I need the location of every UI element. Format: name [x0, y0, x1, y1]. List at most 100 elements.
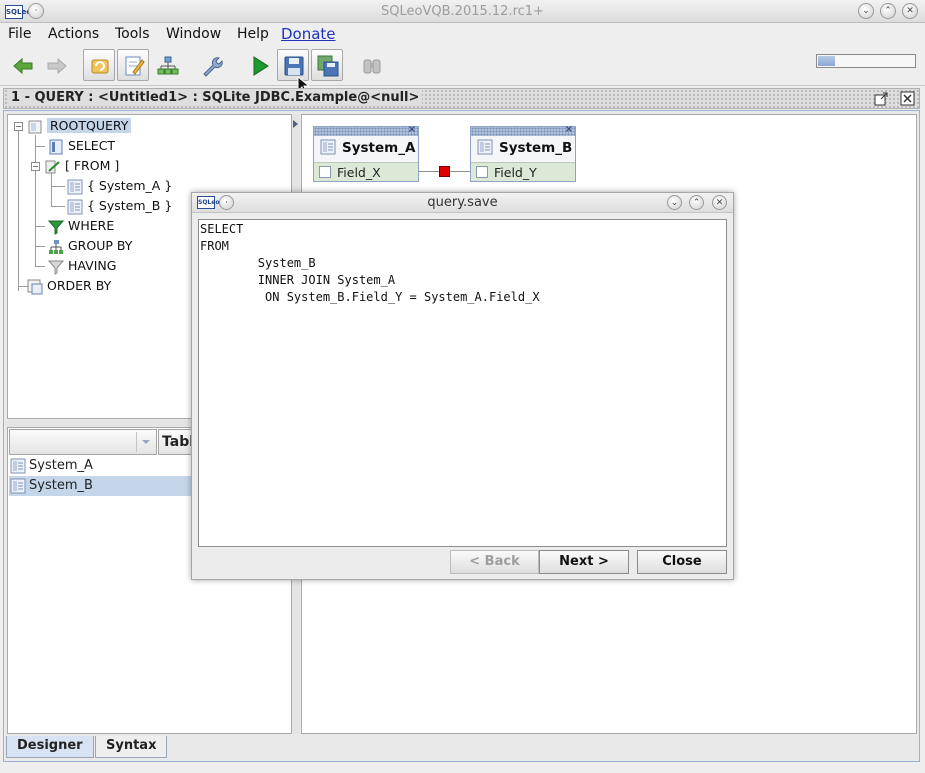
tree-label-rootquery: ROOTQUERY: [47, 118, 132, 133]
field-checkbox[interactable]: [319, 166, 331, 178]
tree-node-group-by[interactable]: GROUP BY: [48, 237, 132, 255]
entity-close-icon[interactable]: ×: [565, 124, 573, 135]
arrow-left-icon: [13, 57, 33, 75]
dialog-close-button[interactable]: ✕: [712, 195, 727, 210]
tree-node-system-a[interactable]: { System_A }: [67, 177, 172, 195]
expander-from[interactable]: −: [31, 162, 40, 171]
query-tab-header: 1 - QUERY : <Untitled1> : SQLite JDBC.Ex…: [3, 88, 920, 109]
close-dialog-button[interactable]: Close: [637, 550, 727, 574]
table-icon: [477, 139, 493, 155]
tree-node-rootquery[interactable]: ROOTQUERY: [27, 117, 132, 135]
collapse-arrow-icon[interactable]: [293, 120, 299, 128]
tab-syntax[interactable]: Syntax: [95, 736, 168, 758]
entity-name: System_A: [342, 140, 416, 156]
save-as-button[interactable]: [311, 49, 343, 81]
tree-label-order-by: ORDER BY: [47, 278, 112, 293]
tree-label-where: WHERE: [68, 218, 115, 233]
binoculars-icon: [363, 59, 381, 74]
entity-system-b[interactable]: × System_B Field_Y: [470, 124, 576, 182]
edit-icon: [125, 56, 145, 76]
reload-button[interactable]: [83, 49, 115, 81]
tree-node-system-b[interactable]: { System_B }: [67, 197, 172, 215]
menu-tools[interactable]: Tools: [115, 26, 150, 42]
having-filter-icon: [47, 259, 65, 275]
field-checkbox[interactable]: [476, 166, 488, 178]
entity-system-a[interactable]: × System_A Field_X: [313, 124, 419, 182]
join-icon: [45, 159, 61, 175]
back-wizard-button[interactable]: < Back: [450, 550, 539, 574]
memory-usage-bar: [816, 54, 916, 68]
wrench-icon: [203, 57, 223, 77]
field-name: Field_Y: [494, 165, 537, 180]
query-icon: [27, 119, 43, 135]
toolbar: [0, 46, 925, 86]
dialog-maximize-button[interactable]: ⌃: [689, 195, 704, 210]
entity-close-icon[interactable]: ×: [408, 124, 416, 135]
menu-window[interactable]: Window: [166, 26, 221, 42]
forward-button[interactable]: [40, 49, 72, 81]
tree-label-select: SELECT: [68, 138, 116, 153]
group-icon: [48, 239, 64, 255]
edit-button[interactable]: [117, 49, 149, 81]
minimize-button[interactable]: ⌄: [858, 3, 874, 19]
dialog-titlebar[interactable]: SQLeo · query.save ⌄ ⌃ ✕: [192, 193, 733, 213]
expander-rootquery[interactable]: −: [14, 122, 23, 131]
entity-name: System_B: [499, 140, 573, 156]
settings-button[interactable]: [195, 49, 227, 81]
window-title: SQLeoVQB.2015.12.rc1+: [381, 4, 544, 19]
entity-field-row[interactable]: Field_Y: [471, 162, 575, 181]
maximize-button[interactable]: ⌃: [880, 3, 896, 19]
query-tab-title: 1 - QUERY : <Untitled1> : SQLite JDBC.Ex…: [8, 90, 423, 105]
save-as-icon: [317, 55, 339, 77]
tree-label-system-a: { System_A }: [87, 178, 173, 193]
close-tab-icon[interactable]: [900, 91, 915, 106]
window-titlebar: SQLeo · SQLeoVQB.2015.12.rc1+ ⌄ ⌃ ✕: [0, 0, 925, 23]
entity-drag-bar[interactable]: ×: [471, 124, 575, 136]
field-name: Field_X: [337, 165, 381, 180]
list-item-label: System_B: [29, 478, 93, 493]
tree-node-select[interactable]: SELECT: [48, 137, 115, 155]
tree-node-having[interactable]: HAVING: [47, 257, 117, 275]
entity-field-row[interactable]: Field_X: [314, 162, 418, 181]
close-window-button[interactable]: ✕: [902, 3, 918, 19]
arrow-right-icon: [47, 57, 67, 75]
dialog-minimize-button[interactable]: ⌄: [667, 195, 682, 210]
entity-drag-bar[interactable]: ×: [314, 124, 418, 136]
query-save-dialog: SQLeo · query.save ⌄ ⌃ ✕ SELECT FROM Sys…: [191, 192, 734, 580]
run-icon: [253, 56, 269, 76]
menu-file[interactable]: File: [8, 26, 31, 42]
menu-bar: File Actions Tools Window Help Donate: [0, 23, 925, 45]
find-button[interactable]: [355, 49, 387, 81]
tab-designer[interactable]: Designer: [6, 736, 94, 758]
run-query-button[interactable]: [243, 49, 275, 81]
chevron-down-icon[interactable]: [136, 432, 154, 452]
tree-node-order-by[interactable]: ORDER BY: [27, 277, 111, 295]
sql-text-area[interactable]: SELECT FROM System_B INNER JOIN System_A…: [198, 219, 727, 547]
menu-actions[interactable]: Actions: [48, 26, 99, 42]
tree-node-where[interactable]: WHERE: [47, 217, 115, 235]
filter-icon: [47, 219, 65, 235]
reload-icon: [91, 59, 109, 74]
join-handle[interactable]: [439, 166, 450, 177]
dialog-title: query.save: [427, 195, 498, 210]
table-icon: [10, 458, 26, 474]
tree-node-from[interactable]: [ FROM ]: [45, 157, 119, 175]
menu-donate-link[interactable]: Donate: [281, 25, 336, 43]
undock-icon[interactable]: [874, 91, 889, 106]
table-icon: [67, 179, 83, 195]
back-button[interactable]: [6, 49, 38, 81]
save-icon: [284, 56, 304, 76]
hierarchy-icon: [157, 56, 179, 75]
select-icon: [48, 139, 64, 155]
tree-label-having: HAVING: [68, 258, 117, 273]
table-icon: [67, 199, 83, 215]
sort-icon: [27, 279, 43, 295]
menu-help[interactable]: Help: [237, 26, 269, 42]
list-item-label: System_A: [29, 458, 93, 473]
memory-usage-fill: [818, 56, 835, 66]
hierarchy-button[interactable]: [151, 49, 183, 81]
bottom-tab-strip: Designer Syntax: [6, 736, 406, 758]
next-wizard-button[interactable]: Next >: [539, 550, 629, 574]
filter-combo[interactable]: [9, 429, 157, 455]
tree-label-system-b: { System_B }: [87, 198, 173, 213]
